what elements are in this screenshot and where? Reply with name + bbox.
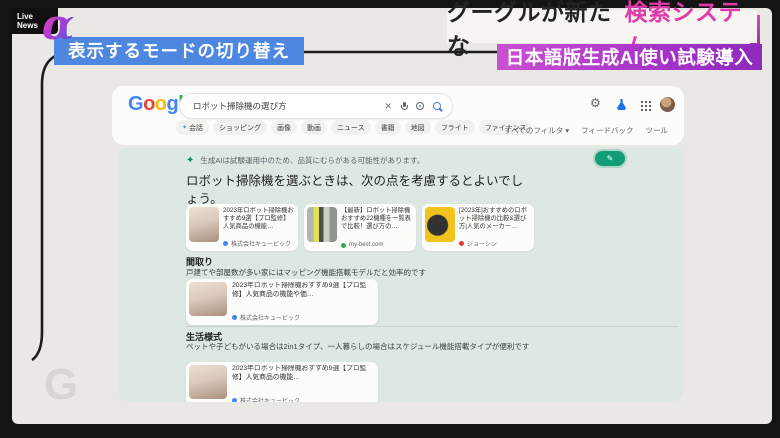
sge-ai-panel: ✦ 生成AIは試験運用中のため、品質にむらがある可能性があります。 ✎ ロボット… [118,147,684,402]
source-card[interactable]: 【最新】ロボット掃除機おすすめ22機種を一覧表で比較！選び方の… my-best… [304,204,416,251]
section-divider [186,326,678,327]
section-body-floorplan: 戸建てや部屋数が多い家にはマッピング機能搭載モデルだと効率的です [186,268,426,277]
ai-answer-text: ロボット掃除機を選ぶときは、次の点を考慮するとよいでしょう。 [186,174,524,207]
clear-search-icon[interactable]: ✕ [384,101,392,112]
tab-converse[interactable]: ✦ 会話 [176,120,210,135]
favicon [459,241,464,246]
source-card[interactable]: 2023年ロボット掃除機おすすめ9選【プロ監修】人気商品の機能や価… 株式会社キ… [186,279,378,325]
sge-expand-button[interactable]: ✎ [595,151,625,166]
search-query-text[interactable]: ロボット掃除機の選び方 [180,100,384,112]
tab-books[interactable]: 書籍 [374,120,401,135]
card-thumbnail [189,207,219,242]
favicon [232,398,237,402]
google-lens-icon[interactable] [416,102,424,110]
favicon [223,241,228,246]
source-card[interactable]: [2023年]おすすめのロボット掃除機の比較&選び方|人気のメーカー… ジョーシ… [422,204,534,251]
google-search-header: Google ロボット掃除機の選び方 ✕ ⚙ ✦会話 ショッピング 画像 動画 … [112,86,684,145]
settings-gear-icon[interactable]: ⚙ [590,96,601,110]
tab-shopping[interactable]: ショッピング [213,120,268,135]
chevron-down-icon: ▾ [565,126,570,135]
tab-images[interactable]: 画像 [271,120,298,135]
headline-banner-sub: 日本語版生成AI使い試験導入 [497,44,762,70]
source-card-row: 2023年ロボット掃除機おすすめ9選【プロ監修】人気商品の機能… 株式会社キュー… [186,204,534,251]
alpha-logo-glyph: α [42,0,75,49]
generative-ai-sparkle-icon: ✦ [186,155,195,166]
profile-avatar[interactable] [660,97,675,112]
google-apps-grid-icon[interactable] [640,100,651,111]
source-card[interactable]: 2023年ロボット掃除機おすすめ9選【プロ監修】人気商品の機能… 株式会社キュー… [186,204,298,251]
search-input[interactable]: ロボット掃除機の選び方 ✕ [179,93,453,119]
tab-videos[interactable]: 動画 [301,120,328,135]
card-thumbnail [189,282,227,316]
headline-banner-top: グーグルが新たな検索システム [447,0,757,59]
all-filters-menu[interactable]: すべてのフィルタ ▾ [504,125,569,136]
favicon [341,242,346,248]
ai-experiment-notice: 生成AIは試験運用中のため、品質にむらがある可能性があります。 [200,156,425,165]
logo-line1: Live [17,12,34,21]
search-tabs: ✦ 会話 ショッピング 画像 動画 ニュース 書籍 地図 フライト ファイナンス [176,120,533,135]
tab-flights[interactable]: フライト [434,120,475,135]
feedback-link[interactable]: フィードバック [581,125,633,136]
sparkle-icon: ✦ [182,125,188,131]
search-labs-icon[interactable] [617,99,626,110]
search-icon[interactable] [433,102,441,110]
tab-maps[interactable]: 地図 [404,120,431,135]
card-thumbnail [307,207,337,242]
tv-frame: G Live News α グーグルが新たな検索システム 日本語版生成AI使い試… [0,0,780,438]
card-thumbnail [425,207,455,242]
callout-label: 表示するモードの切り替え [54,37,304,65]
section-body-lifestyle: ペットや子どもがいる場合は2in1タイプ、一人暮らしの場合はスケジュール機能搭載… [186,342,530,351]
favicon [232,315,237,320]
card-thumbnail [189,365,227,399]
tab-news[interactable]: ニュース [331,120,371,135]
logo-line2: News [17,21,38,31]
tools-link[interactable]: ツール [646,125,669,136]
source-card[interactable]: 2023年ロボット掃除機おすすめ9選【プロ監修】人気商品の機能… 株式会社キュー… [186,362,378,402]
microphone-icon[interactable] [401,101,408,111]
